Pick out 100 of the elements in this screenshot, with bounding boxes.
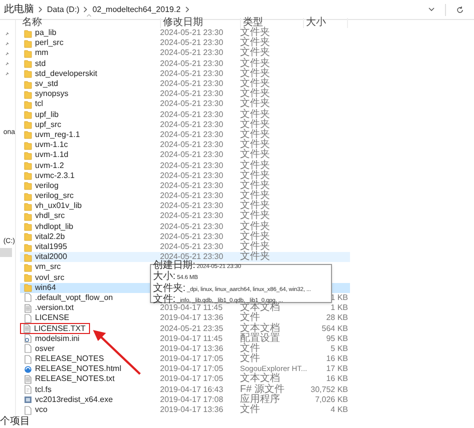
file-name: vhdlopt_lib <box>35 222 74 231</box>
status-text: 个项目 <box>0 417 30 427</box>
file-name: vital2.2b <box>35 232 65 241</box>
file-name: vovl_src <box>35 274 64 282</box>
file-type: 文件夹 <box>240 68 270 79</box>
modified-date: 2024-05-21 23:30 <box>160 150 224 160</box>
modified-date: 2024-05-21 23:30 <box>160 58 224 68</box>
file-name: .default_vopt_flow_on <box>35 294 113 302</box>
modified-date: 2024-05-21 23:30 <box>160 170 224 180</box>
modified-date: 2024-05-21 23:30 <box>160 232 224 241</box>
file-type: 文件夹 <box>240 47 270 58</box>
modified-date: 2024-05-21 23:30 <box>160 130 224 139</box>
file-name: uvm-1.1c <box>35 141 68 150</box>
file-size: 16 KB <box>326 354 348 364</box>
file-name: RELEASE_NOTES.txt <box>35 375 115 384</box>
file-type: 文件夹 <box>240 241 270 252</box>
modified-date: 2024-05-21 23:30 <box>160 140 224 150</box>
file-type: 文件夹 <box>240 251 270 262</box>
modified-date: 2024-05-21 23:30 <box>160 222 224 231</box>
modified-date: 2019-04-17 17:05 <box>160 354 224 364</box>
file-name: vco <box>35 406 48 414</box>
file-type: 文本文档 <box>240 322 280 334</box>
modified-date: 2019-04-17 13:36 <box>160 405 224 414</box>
file-size: 5 KB <box>330 344 348 353</box>
file-name: .version.txt <box>35 304 74 312</box>
file-type: 文件夹 <box>240 27 270 38</box>
file-name: verilog_src <box>35 192 74 200</box>
file-name: uvmc-2.3.1 <box>35 172 75 180</box>
file-name: vital2000 <box>35 253 68 262</box>
file-name: vital1995 <box>35 243 68 252</box>
file-name: osver <box>35 344 55 353</box>
file-type: 文件夹 <box>240 37 270 48</box>
modified-date: 2024-05-21 23:30 <box>160 211 224 220</box>
file-type: 文件 <box>240 404 260 416</box>
file-type: 文件夹 <box>240 160 270 171</box>
file-name: vc2013redist_x64.exe <box>35 396 113 404</box>
modified-date: 2024-05-21 23:30 <box>160 48 224 58</box>
modified-date: 2019-04-17 13:36 <box>160 313 224 322</box>
modified-date: 2024-05-21 23:30 <box>160 28 224 38</box>
file-size: 564 KB <box>322 324 348 333</box>
file-type: 文件夹 <box>240 230 270 242</box>
file-type: 文件夹 <box>240 108 270 120</box>
file-type: 文件夹 <box>240 149 270 160</box>
file-size: 7,026 KB <box>315 394 348 404</box>
modified-date: 2024-05-21 23:35 <box>160 324 224 333</box>
file-name: LICENSE <box>35 314 70 322</box>
file-name: sv_std <box>35 80 58 88</box>
file-type: F# 源文件 <box>240 384 284 395</box>
file-name: pa_lib <box>35 29 56 38</box>
file-name: LICENSE.TXT <box>34 324 86 333</box>
file-name: RELEASE_NOTES.html <box>35 365 122 374</box>
modified-date: 2024-05-21 23:30 <box>160 160 224 170</box>
file-name: vhdl_src <box>35 212 65 220</box>
file-size: 4 KB <box>330 405 348 414</box>
file-type: 文件 <box>240 312 260 324</box>
file-type: 文件夹 <box>240 220 270 232</box>
file-type: 文件夹 <box>240 170 270 181</box>
file-type: 文件夹 <box>240 78 270 90</box>
file-name: synopsys <box>35 90 68 98</box>
file-size: 95 KB <box>326 334 348 343</box>
modified-date: 2019-04-17 16:43 <box>160 384 224 394</box>
modified-date: 2024-05-21 23:30 <box>160 38 224 48</box>
modified-date: 2019-04-17 17:05 <box>160 374 224 384</box>
modified-date: 2024-05-21 23:30 <box>160 89 224 98</box>
file-type: 文件夹 <box>240 128 270 140</box>
file-size: 30,752 KB <box>310 384 348 394</box>
file-type: 文件夹 <box>240 98 270 110</box>
file-name: uvm-1.1d <box>35 151 68 160</box>
file-name: uvm-1.2 <box>35 162 64 170</box>
file-name: mm <box>35 49 48 58</box>
file-name: vh_ux01v_lib <box>35 202 82 210</box>
file-type: 文件夹 <box>240 139 270 150</box>
file-type: 应用程序 <box>240 394 280 405</box>
file-type: 文本文档 <box>240 373 280 384</box>
file-size: 28 KB <box>326 313 348 322</box>
file-name: upf_lib <box>35 110 59 119</box>
modified-date: 2019-04-17 13:36 <box>160 344 224 353</box>
file-type: 文件夹 <box>240 210 270 222</box>
file-name: perl_src <box>35 39 64 48</box>
modified-date: 2019-04-17 11:45 <box>160 334 223 343</box>
file-name: win64 <box>35 284 56 292</box>
file-type: 文件 <box>240 353 260 364</box>
modified-date: 2019-04-17 11:45 <box>160 303 223 312</box>
file-name: tcl.fs <box>35 386 52 394</box>
file-name: std_developerskit <box>35 70 98 78</box>
modified-date: 2024-05-21 23:30 <box>160 201 224 210</box>
modified-date: 2024-05-21 23:30 <box>160 99 224 108</box>
file-type: 文件夹 <box>240 58 270 69</box>
file-size: 1 KB <box>330 303 348 312</box>
file-size: 16 KB <box>326 374 348 384</box>
modified-date: 2019-04-17 17:08 <box>160 394 224 404</box>
modified-date: 2024-05-21 23:30 <box>160 242 224 252</box>
modified-date: 2024-05-21 23:30 <box>160 191 224 200</box>
file-name: tcl <box>35 100 43 108</box>
file-type: 文件夹 <box>240 180 270 191</box>
modified-date: 2024-05-21 23:30 <box>160 68 224 78</box>
file-name: upf_src <box>35 120 62 129</box>
file-type: 配置设置 <box>240 332 280 344</box>
file-name: verilog <box>35 182 59 190</box>
file-name: std <box>35 60 46 68</box>
